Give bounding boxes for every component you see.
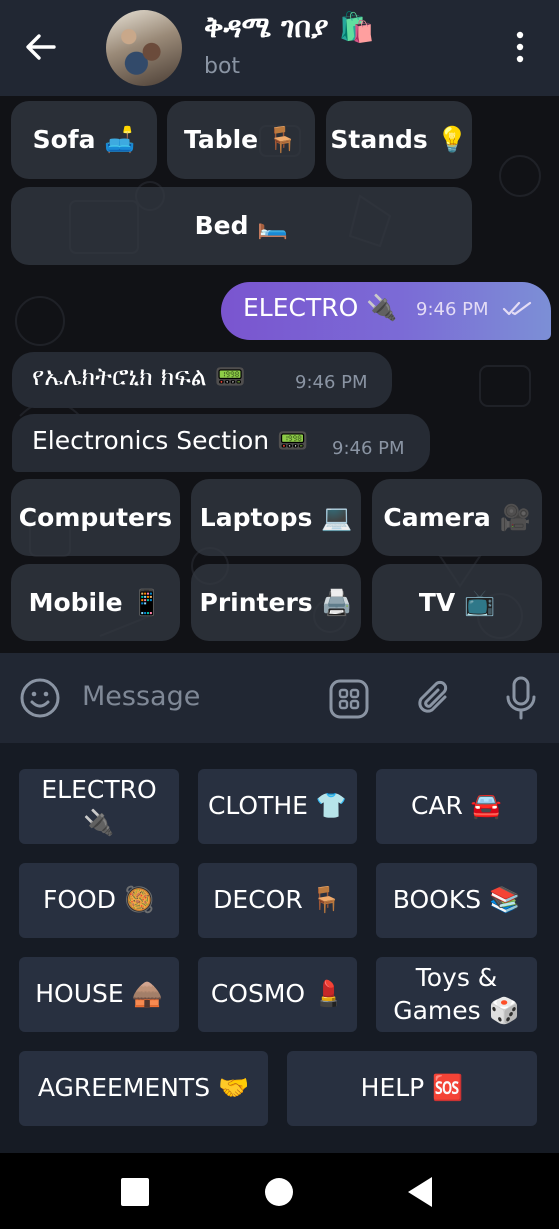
key-label: CAR 🚘: [410, 791, 502, 821]
key-toys-games[interactable]: Toys & Games 🎲: [376, 957, 537, 1032]
message-text: የኤሌክትሮኒክ ክፍል 📟: [32, 362, 246, 391]
message-time: 9:46 PM: [295, 372, 368, 393]
chat-subtitle: bot: [204, 54, 241, 79]
key-label: ELECTRO: [41, 775, 157, 804]
key-house[interactable]: HOUSE 🛖: [19, 957, 179, 1032]
chat-title[interactable]: ቅዳሜ ገበያ 🛍️: [204, 10, 375, 45]
microphone-icon[interactable]: [504, 675, 538, 721]
key-help[interactable]: HELP 🆘: [287, 1051, 537, 1126]
back-arrow-icon[interactable]: [24, 30, 58, 64]
system-navigation-bar: [0, 1153, 559, 1229]
key-label: HOUSE 🛖: [35, 979, 163, 1009]
outgoing-message[interactable]: ELECTRO 🔌 9:46 PM: [221, 282, 551, 340]
message-input[interactable]: Message: [82, 681, 200, 712]
inline-button-stands[interactable]: Stands 💡: [326, 101, 472, 179]
nav-back-icon[interactable]: [406, 1175, 434, 1209]
inline-button-table[interactable]: Table 🪑: [167, 101, 315, 179]
key-label-emoji: 🔌: [83, 807, 115, 837]
emoji-icon[interactable]: [19, 677, 61, 719]
bot-commands-icon[interactable]: [328, 678, 370, 720]
message-input-bar: Message: [0, 653, 559, 743]
message-text: Electronics Section 📟: [32, 426, 309, 455]
message-text: ELECTRO 🔌: [243, 293, 398, 322]
inline-button-sofa[interactable]: Sofa 🛋️: [11, 101, 157, 179]
incoming-message[interactable]: Electronics Section 📟 9:46 PM: [12, 414, 430, 472]
key-decor[interactable]: DECOR 🪑: [198, 863, 357, 938]
key-books[interactable]: BOOKS 📚: [376, 863, 537, 938]
inline-button-laptops[interactable]: Laptops 💻: [191, 479, 361, 556]
attach-icon[interactable]: [414, 677, 456, 721]
double-check-icon: [502, 301, 532, 316]
inline-button-printers[interactable]: Printers 🖨️: [191, 564, 361, 641]
home-button[interactable]: [265, 1178, 293, 1206]
message-time: 9:46 PM: [332, 438, 405, 459]
recents-button[interactable]: [121, 1178, 149, 1206]
inline-button-tv[interactable]: TV 📺: [372, 564, 542, 641]
more-options-icon[interactable]: [512, 30, 528, 64]
key-label: Toys &: [415, 963, 498, 992]
message-time: 9:46 PM: [416, 299, 489, 320]
key-clothe[interactable]: CLOTHE 👕: [198, 769, 357, 844]
key-label: COSMO 💄: [210, 979, 345, 1009]
key-cosmo[interactable]: COSMO 💄: [198, 957, 357, 1032]
incoming-message[interactable]: የኤሌክትሮኒክ ክፍል 📟 9:46 PM: [12, 352, 392, 408]
chat-area[interactable]: Sofa 🛋️ Table 🪑 Stands 💡 Bed 🛏️ ELECTRO …: [0, 96, 559, 653]
key-electro[interactable]: ELECTRO 🔌: [19, 769, 179, 844]
key-food[interactable]: FOOD 🥘: [19, 863, 179, 938]
inline-button-camera[interactable]: Camera 🎥: [372, 479, 542, 556]
inline-button-computers[interactable]: Computers: [11, 479, 180, 556]
inline-button-mobile[interactable]: Mobile 📱: [11, 564, 180, 641]
key-car[interactable]: CAR 🚘: [376, 769, 537, 844]
bot-avatar[interactable]: [106, 10, 182, 86]
key-agreements[interactable]: AGREEMENTS 🤝: [19, 1051, 268, 1126]
chat-header: ቅዳሜ ገበያ 🛍️ bot: [0, 0, 559, 96]
key-label-line2: Games 🎲: [393, 995, 520, 1025]
inline-button-bed[interactable]: Bed 🛏️: [11, 187, 472, 265]
key-label: CLOTHE 👕: [207, 791, 348, 821]
reply-keyboard: ELECTRO 🔌 CLOTHE 👕 CAR 🚘 FOOD 🥘 DECOR 🪑 B…: [0, 743, 559, 1153]
